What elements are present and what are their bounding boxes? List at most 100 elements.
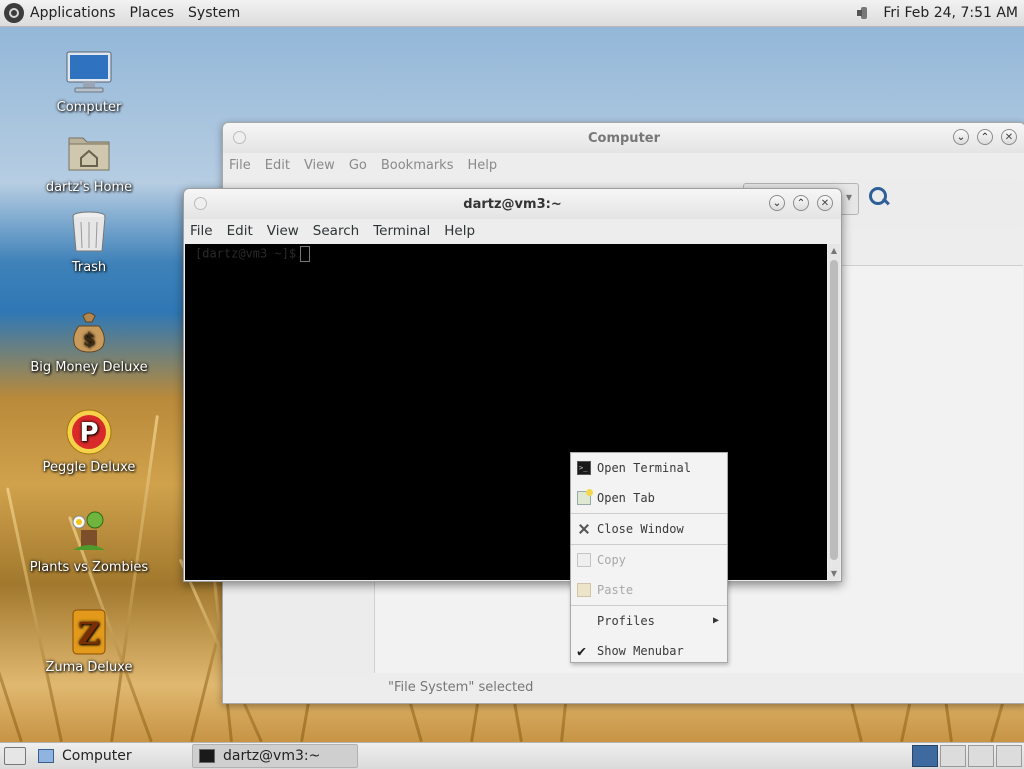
plants-vs-zombies-icon xyxy=(65,508,113,556)
desktop-icon-label: Computer xyxy=(56,100,122,115)
menu-view[interactable]: View xyxy=(304,158,335,173)
places-menu[interactable]: Places xyxy=(130,5,175,21)
svg-text:P: P xyxy=(79,418,98,448)
trash-icon xyxy=(65,208,113,256)
new-tab-icon xyxy=(577,489,593,505)
computer-icon xyxy=(65,48,113,96)
clock[interactable]: Fri Feb 24, 7:51 AM xyxy=(883,5,1018,21)
prompt-text: [dartz@vm3 ~]$ xyxy=(195,246,297,261)
search-icon[interactable] xyxy=(867,185,889,207)
volume-icon[interactable] xyxy=(855,3,877,23)
submenu-arrow-icon: ▶ xyxy=(712,615,719,626)
taskbar-item-computer[interactable]: Computer xyxy=(32,744,192,768)
menu-item-label: Copy xyxy=(597,553,626,567)
distro-logo-icon[interactable] xyxy=(4,3,24,23)
menu-item-label: Profiles xyxy=(597,614,655,628)
menu-help[interactable]: Help xyxy=(444,223,475,239)
menu-item-label: Open Terminal xyxy=(597,461,691,475)
terminal-screen[interactable]: [dartz@vm3 ~]$ xyxy=(185,244,827,580)
menu-item-label: Close Window xyxy=(597,522,684,536)
menu-item-show-menubar[interactable]: ✔ Show Menubar xyxy=(571,636,727,666)
scrollbar-thumb[interactable] xyxy=(830,260,838,560)
terminal-menubar: File Edit View Search Terminal Help xyxy=(184,219,841,243)
workspace-1[interactable] xyxy=(912,745,938,767)
workspace-switcher xyxy=(910,745,1022,767)
menu-item-open-terminal[interactable]: Open Terminal xyxy=(571,453,727,483)
terminal-scrollbar[interactable]: ▲ ▼ xyxy=(828,244,840,580)
minimize-button[interactable]: ⌄ xyxy=(953,129,969,145)
desktop-icon-label: Zuma Deluxe xyxy=(45,660,133,675)
computer-window-titlebar[interactable]: Computer ⌄ ⌃ ✕ xyxy=(223,123,1024,153)
menu-search[interactable]: Search xyxy=(313,223,359,239)
desktop-icon-label: Peggle Deluxe xyxy=(42,460,136,475)
minimize-button[interactable]: ⌄ xyxy=(769,195,785,211)
desktop-icon-computer[interactable]: Computer xyxy=(14,48,164,115)
window-menu-icon[interactable] xyxy=(194,197,207,210)
desktop-icon-label: Plants vs Zombies xyxy=(29,560,149,575)
taskbar-item-label: dartz@vm3:~ xyxy=(223,748,321,764)
system-menu[interactable]: System xyxy=(188,5,240,21)
menu-item-label: Paste xyxy=(597,583,634,597)
show-desktop-icon[interactable] xyxy=(4,747,26,765)
desktop-icon-zuma[interactable]: Z Zuma Deluxe xyxy=(14,608,164,675)
menu-item-copy: Copy xyxy=(571,545,727,575)
close-button[interactable]: ✕ xyxy=(1001,129,1017,145)
menu-item-label: Open Tab xyxy=(597,491,655,505)
peggle-icon: P xyxy=(65,408,113,456)
window-title: Computer xyxy=(587,130,661,146)
maximize-button[interactable]: ⌃ xyxy=(793,195,809,211)
paste-icon xyxy=(577,583,591,597)
menu-view[interactable]: View xyxy=(267,223,299,239)
svg-text:$: $ xyxy=(83,329,96,350)
menu-item-profiles[interactable]: Profiles ▶ xyxy=(571,606,727,636)
desktop-icon-label: dartz's Home xyxy=(45,180,133,195)
menu-file[interactable]: File xyxy=(229,158,251,173)
applications-menu[interactable]: Applications xyxy=(30,5,116,21)
menu-go[interactable]: Go xyxy=(349,158,367,173)
text-cursor xyxy=(300,246,311,262)
menu-item-close-window[interactable]: Close Window xyxy=(571,514,727,544)
bottom-panel: Computer dartz@vm3:~ xyxy=(0,742,1024,769)
desktop-icon-big-money[interactable]: $ Big Money Deluxe xyxy=(14,308,164,375)
scroll-down-arrow-icon[interactable]: ▼ xyxy=(828,569,840,578)
menu-item-paste: Paste xyxy=(571,575,727,605)
computer-menubar: File Edit View Go Bookmarks Help xyxy=(223,153,1024,177)
scroll-up-arrow-icon[interactable]: ▲ xyxy=(828,246,840,255)
desktop-icon-home[interactable]: dartz's Home xyxy=(14,128,164,195)
terminal-icon xyxy=(577,453,591,483)
desktop-icon-peggle[interactable]: P Peggle Deluxe xyxy=(14,408,164,475)
workspace-4[interactable] xyxy=(996,745,1022,767)
terminal-window[interactable]: dartz@vm3:~ ⌄ ⌃ ✕ File Edit View Search … xyxy=(183,188,842,582)
menu-item-label: Show Menubar xyxy=(597,644,684,658)
file-manager-icon xyxy=(38,749,54,763)
desktop-icon-plants-vs-zombies[interactable]: Plants vs Zombies xyxy=(14,508,164,575)
shell-prompt: [dartz@vm3 ~]$ xyxy=(195,246,311,262)
menu-terminal[interactable]: Terminal xyxy=(373,223,430,239)
menu-edit[interactable]: Edit xyxy=(227,223,253,239)
menu-bookmarks[interactable]: Bookmarks xyxy=(381,158,454,173)
menu-help[interactable]: Help xyxy=(467,158,497,173)
status-bar: "File System" selected xyxy=(388,680,534,695)
svg-text:Z: Z xyxy=(78,617,100,652)
desktop-icon-trash[interactable]: Trash xyxy=(14,208,164,275)
close-button[interactable]: ✕ xyxy=(817,195,833,211)
home-folder-icon xyxy=(65,128,113,176)
taskbar-item-terminal[interactable]: dartz@vm3:~ xyxy=(192,744,358,768)
check-icon: ✔ xyxy=(577,642,587,660)
menu-file[interactable]: File xyxy=(190,223,213,239)
copy-icon xyxy=(577,553,591,567)
menu-edit[interactable]: Edit xyxy=(265,158,290,173)
money-bag-icon: $ xyxy=(65,308,113,356)
window-title: dartz@vm3:~ xyxy=(463,196,562,212)
terminal-context-menu: Open Terminal Open Tab Close Window Copy… xyxy=(570,452,728,663)
close-icon xyxy=(577,522,591,536)
desktop-icon-label: Big Money Deluxe xyxy=(30,360,148,375)
window-menu-icon[interactable] xyxy=(233,131,246,144)
zuma-icon: Z xyxy=(65,608,113,656)
menu-item-open-tab[interactable]: Open Tab xyxy=(571,483,727,513)
workspace-2[interactable] xyxy=(940,745,966,767)
top-panel: Applications Places System Fri Feb 24, 7… xyxy=(0,0,1024,27)
workspace-3[interactable] xyxy=(968,745,994,767)
maximize-button[interactable]: ⌃ xyxy=(977,129,993,145)
terminal-window-titlebar[interactable]: dartz@vm3:~ ⌄ ⌃ ✕ xyxy=(184,189,841,219)
